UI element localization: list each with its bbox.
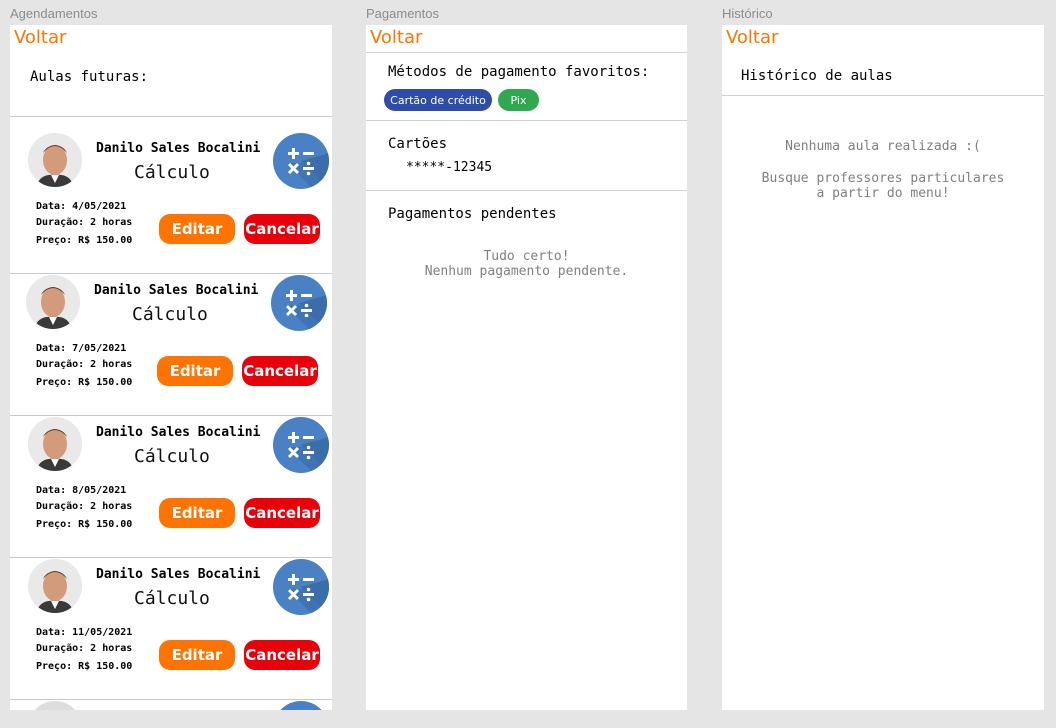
- avatar: [28, 559, 82, 613]
- lesson-price: Preço: R$ 150.00: [36, 377, 133, 388]
- lesson-card: Danilo Sales Bocalini Cálculo Data: 7/05…: [10, 275, 332, 416]
- page-title: Aulas futuras:: [30, 69, 149, 85]
- historico-screen: Voltar Histórico de aulas Nenhuma aula r…: [722, 25, 1044, 710]
- saved-card-number[interactable]: *****-12345: [406, 160, 492, 175]
- edit-button[interactable]: Editar: [159, 498, 235, 528]
- payment-method-credit-card[interactable]: Cartão de crédito: [384, 89, 492, 111]
- pagamentos-screen: Voltar Métodos de pagamento favoritos: C…: [366, 25, 687, 710]
- divider: [366, 52, 687, 53]
- lesson-card: Danilo Sales Bocalini Cálculo Data: 8/05…: [10, 417, 332, 558]
- divider: [366, 120, 687, 121]
- subject-name: Cálculo: [132, 304, 208, 325]
- cancel-button[interactable]: Cancelar: [244, 214, 320, 244]
- frame-label-historico: Histórico: [722, 6, 773, 21]
- math-operators-icon: [271, 275, 327, 331]
- avatar: [28, 701, 82, 710]
- subject-name: Cálculo: [134, 162, 210, 183]
- favorite-methods-title: Métodos de pagamento favoritos:: [388, 64, 650, 80]
- pending-payments-title: Pagamentos pendentes: [388, 206, 557, 222]
- frame-label-agendamentos: Agendamentos: [10, 6, 98, 21]
- lesson-card: Danilo Sales Bocalini Cálculo Data: 11/0…: [10, 559, 332, 700]
- lesson-duration: Duração: 2 horas: [36, 501, 133, 512]
- cancel-button[interactable]: Cancelar: [244, 498, 320, 528]
- agendamentos-screen: Voltar Aulas futuras: Danilo Sales Bocal…: [10, 25, 332, 710]
- lesson-price: Preço: R$ 150.00: [36, 661, 133, 672]
- divider: [10, 116, 332, 117]
- cancel-button[interactable]: Cancelar: [244, 640, 320, 670]
- edit-button[interactable]: Editar: [157, 356, 233, 386]
- teacher-name: Danilo Sales Bocalini: [96, 567, 261, 582]
- teacher-name: Danilo Sales Bocalini: [96, 425, 261, 440]
- teacher-name: Danilo Sales Bocalini: [96, 141, 261, 156]
- history-title: Histórico de aulas: [741, 68, 893, 84]
- lesson-duration: Duração: 2 horas: [36, 643, 133, 654]
- subject-name: Cálculo: [134, 588, 210, 609]
- cancel-button[interactable]: Cancelar: [242, 356, 318, 386]
- edit-button[interactable]: Editar: [159, 640, 235, 670]
- back-link[interactable]: Voltar: [726, 27, 778, 48]
- avatar: [26, 275, 80, 329]
- pending-empty-message: Tudo certo! Nenhum pagamento pendente.: [424, 249, 629, 279]
- math-operators-icon: [273, 417, 329, 473]
- lesson-date: Data: 7/05/2021: [36, 343, 127, 354]
- lesson-duration: Duração: 2 horas: [36, 217, 133, 228]
- history-empty-message: Nenhuma aula realizada :(: [785, 139, 981, 154]
- history-hint-message: Busque professores particulares a partir…: [761, 171, 1005, 201]
- divider: [722, 95, 1044, 96]
- math-operators-icon: [273, 701, 329, 710]
- frame-label-pagamentos: Pagamentos: [366, 6, 439, 21]
- lesson-date: Data: 11/05/2021: [36, 627, 133, 638]
- avatar: [28, 417, 82, 471]
- divider: [10, 557, 332, 558]
- divider: [366, 190, 687, 191]
- lesson-price: Preço: R$ 150.00: [36, 519, 133, 530]
- divider: [10, 699, 332, 700]
- subject-name: Cálculo: [134, 446, 210, 467]
- payment-method-pix[interactable]: Pix: [498, 89, 539, 111]
- lesson-price: Preço: R$ 150.00: [36, 235, 133, 246]
- lesson-date: Data: 4/05/2021: [36, 201, 127, 212]
- cards-title: Cartões: [388, 136, 448, 152]
- math-operators-icon: [273, 559, 329, 615]
- back-link[interactable]: Voltar: [370, 27, 422, 48]
- teacher-name: Danilo Sales Bocalini: [94, 283, 259, 298]
- divider: [10, 415, 332, 416]
- edit-button[interactable]: Editar: [159, 214, 235, 244]
- avatar: [28, 133, 82, 187]
- lesson-card: Danilo Sales Bocalini Cálculo Data: 4/05…: [10, 133, 332, 274]
- back-link[interactable]: Voltar: [14, 27, 66, 48]
- lesson-date: Data: 8/05/2021: [36, 485, 127, 496]
- math-operators-icon: [273, 133, 329, 189]
- lesson-duration: Duração: 2 horas: [36, 359, 133, 370]
- divider: [10, 273, 332, 274]
